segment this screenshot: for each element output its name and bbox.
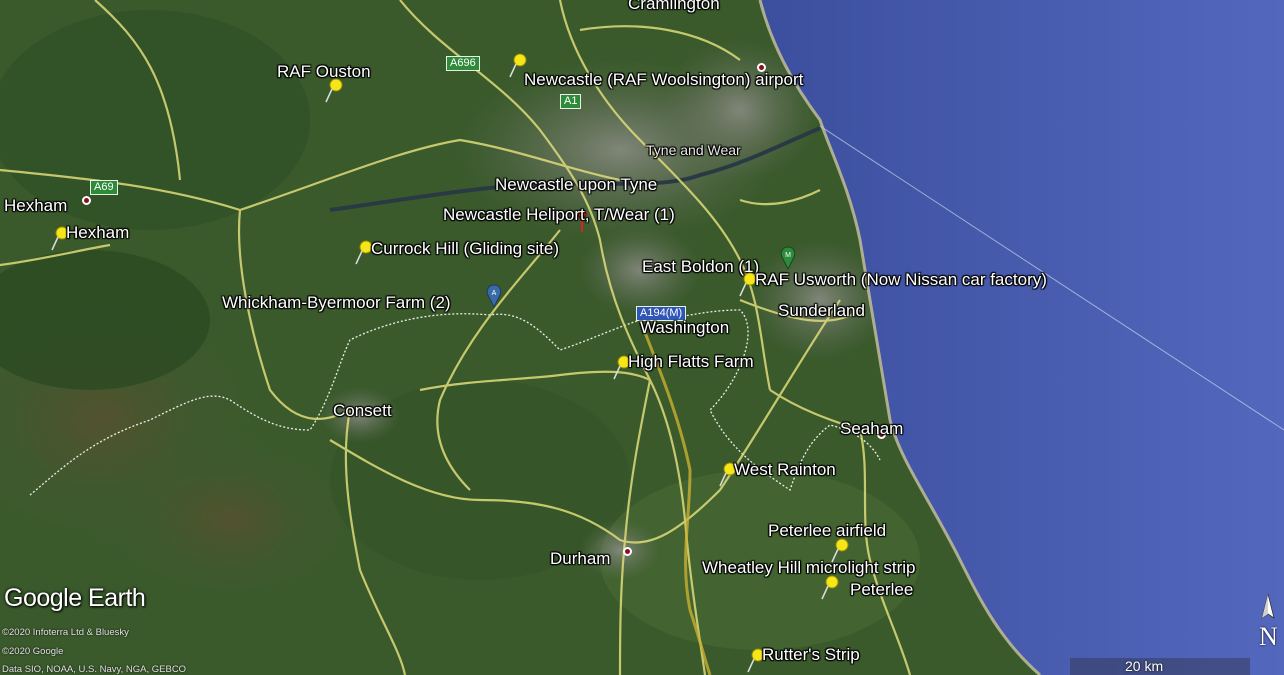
road-shield-a69: A69 <box>90 180 118 195</box>
place-label-newcastle: Newcastle upon Tyne <box>495 175 658 194</box>
google-earth-logo: Google Earth <box>4 584 146 612</box>
marker-label-west-rainton[interactable]: West Rainton <box>734 460 836 480</box>
region-label: Tyne and Wear <box>646 142 741 158</box>
place-label-cramlington: Cramlington <box>628 0 720 13</box>
marker-label-raf-ouston[interactable]: RAF Ouston <box>277 62 371 82</box>
map-view[interactable]: A696 A1 A69 A194(M) Tyne and Wear Cramli… <box>0 0 1284 675</box>
town-dot-hexham <box>82 196 91 205</box>
marker-label-newcastle-heliport[interactable]: Newcastle Heliport, T/Wear (1) <box>443 205 675 225</box>
pushpin-icon[interactable] <box>818 575 842 603</box>
credit-line: ©2020 Google <box>2 646 64 657</box>
marker-label-wheatley-hill[interactable]: Wheatley Hill microlight strip <box>702 558 916 578</box>
blue-placemark-icon[interactable]: A <box>484 283 508 311</box>
marker-label-high-flatts[interactable]: High Flatts Farm <box>628 352 754 372</box>
road-shield-a696: A696 <box>446 56 480 71</box>
marker-label-newcastle-airport[interactable]: Newcastle (RAF Woolsington) airport <box>524 70 803 90</box>
town-dot-durham <box>623 547 632 556</box>
marker-label-rutters-strip[interactable]: Rutter's Strip <box>762 645 860 665</box>
marker-label-raf-usworth[interactable]: RAF Usworth (Now Nissan car factory) <box>755 270 1047 290</box>
place-label-seaham: Seaham <box>840 419 904 438</box>
marker-label-hexham[interactable]: Hexham <box>66 223 129 243</box>
marker-label-whickham-byermoor[interactable]: Whickham-Byermoor Farm (2) <box>222 293 451 313</box>
place-label-consett: Consett <box>333 401 392 420</box>
svg-text:M: M <box>785 252 791 259</box>
north-letter: N <box>1259 622 1278 651</box>
place-label-washington: Washington <box>640 318 730 337</box>
credit-line: ©2020 Infoterra Ltd & Bluesky <box>2 627 129 638</box>
scale-label: 20 km <box>1125 658 1164 674</box>
credit-line: Data SIO, NOAA, U.S. Navy, NGA, GEBCO <box>2 664 187 675</box>
svg-text:A: A <box>492 290 497 297</box>
place-label-hexham-town: Hexham <box>4 196 68 215</box>
road-shield-a1: A1 <box>560 94 582 109</box>
pushpin-icon[interactable] <box>322 78 346 106</box>
green-placemark-icon[interactable]: M <box>778 245 802 273</box>
place-label-peterlee: Peterlee <box>850 580 914 599</box>
marker-label-currock-hill[interactable]: Currock Hill (Gliding site) <box>371 239 559 259</box>
place-label-durham: Durham <box>550 549 611 568</box>
marker-label-peterlee-airfield[interactable]: Peterlee airfield <box>768 521 886 541</box>
place-label-sunderland: Sunderland <box>778 301 865 320</box>
